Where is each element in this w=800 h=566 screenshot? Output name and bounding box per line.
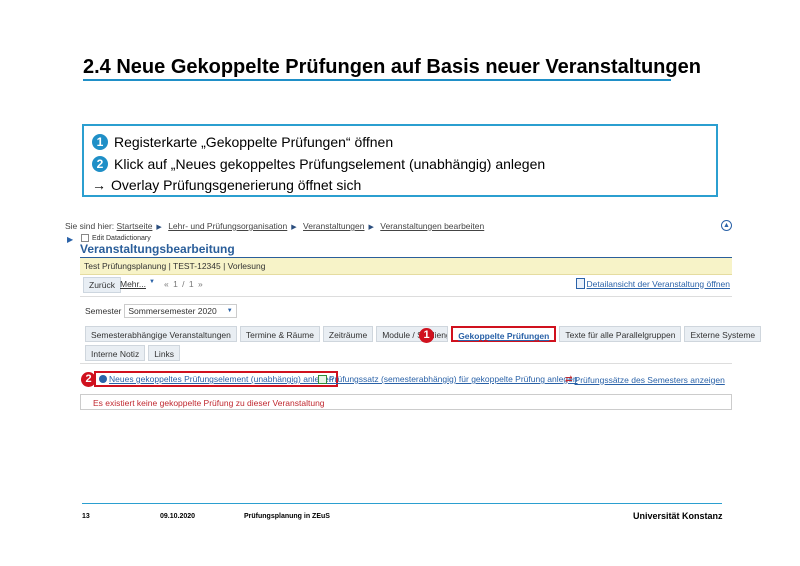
action-label[interactable]: Prüfungssatz (semesterabhängig) für geko…: [329, 374, 578, 384]
calendar-icon: [318, 374, 327, 384]
step-number: 2: [92, 156, 108, 172]
tab-bar-row2: Interne Notiz Links: [85, 345, 183, 361]
step-3: → Overlay Prüfungsgenerierung öffnet sic…: [92, 177, 361, 193]
semester-selector: Semester Sommersemester 2020 ▼: [85, 304, 237, 318]
breadcrumb-item[interactable]: Startseite: [117, 221, 153, 231]
edit-datadictionary-label: Edit Datadictionary: [92, 234, 151, 242]
semester-value: Sommersemester 2020: [128, 306, 217, 316]
tab-interne-notiz[interactable]: Interne Notiz: [85, 345, 146, 361]
divider: [80, 296, 732, 297]
pager[interactable]: « 1 / 1 »: [164, 279, 204, 289]
tab-termine-raeume[interactable]: Termine & Räume: [239, 326, 320, 342]
footer-page-number: 13: [82, 513, 90, 520]
create-exam-set-button[interactable]: Prüfungssatz (semesterabhängig) für geko…: [318, 374, 578, 384]
step-number: 1: [92, 134, 108, 150]
action-label[interactable]: Prüfungssätze des Semesters anzeigen: [575, 375, 725, 385]
page-header: Veranstaltungsbearbeitung: [80, 242, 235, 256]
tab-module-studiengaenge[interactable]: Module / Studiengän: [376, 326, 449, 342]
tab-semesterabhaengige-veranstaltungen[interactable]: Semesterabhängige Veranstaltungen: [85, 326, 237, 342]
tab-zeitraeume[interactable]: Zeiträume: [322, 326, 374, 342]
breadcrumb-item[interactable]: Lehr- und Prüfungsorganisation: [168, 221, 287, 231]
tab-externe-systeme[interactable]: Externe Systeme: [684, 326, 762, 342]
add-icon: [99, 375, 107, 383]
message-bar: Es existiert keine gekoppelte Prüfung zu…: [80, 394, 732, 410]
tab-gekoppelte-pruefungen[interactable]: Gekoppelte Prüfungen: [451, 326, 557, 342]
breadcrumb-prefix: Sie sind hier:: [65, 221, 115, 231]
footer-date: 09.10.2020: [160, 513, 196, 520]
back-button[interactable]: Zurück: [83, 277, 121, 293]
step-2: 2 Klick auf „Neues gekoppeltes Prüfungse…: [92, 156, 545, 172]
chevron-right-icon: ▶: [368, 224, 374, 231]
app-screenshot: Sie sind hier: Startseite ▶ Lehr- und Prü…: [65, 218, 762, 416]
chevron-right-icon: ▶: [291, 224, 297, 231]
step-text: Registerkarte „Gekoppelte Prüfungen“ öff…: [114, 134, 394, 150]
expand-icon[interactable]: ▶: [67, 235, 73, 244]
footer-divider: [82, 503, 722, 504]
tab-texte-parallelgruppen[interactable]: Texte für alle Parallelgruppen: [559, 326, 682, 342]
step-marker-2: 2: [81, 372, 96, 387]
new-coupled-exam-element-button[interactable]: Neues gekoppeltes Prüfungselement (unabh…: [94, 371, 339, 387]
edit-datadictionary[interactable]: Edit Datadictionary: [81, 234, 151, 242]
message-text: Es existiert keine gekoppelte Prüfung zu…: [93, 398, 325, 408]
breadcrumb: Sie sind hier: Startseite ▶ Lehr- und Prü…: [65, 221, 484, 231]
up-arrow-icon[interactable]: ▲: [721, 220, 732, 231]
step-text: Klick auf „Neues gekoppeltes Prüfungsele…: [114, 156, 546, 172]
more-menu[interactable]: Mehr...: [120, 279, 146, 289]
footer-university: Universität Konstanz: [633, 511, 723, 521]
action-label[interactable]: Neues gekoppeltes Prüfungselement (unabh…: [109, 374, 333, 384]
show-exam-sets-button[interactable]: ⇄ Prüfungssätze des Semesters anzeigen: [565, 374, 725, 385]
step-marker-1: 1: [419, 328, 434, 343]
breadcrumb-item[interactable]: Veranstaltungen bearbeiten: [380, 221, 484, 231]
chevron-right-icon: ▶: [156, 224, 162, 231]
tab-links[interactable]: Links: [148, 345, 181, 361]
title-underline: [83, 79, 671, 81]
detail-link[interactable]: Detailansicht der Veranstaltung öffnen: [575, 278, 731, 289]
action-bar: Neues gekoppeltes Prüfungselement (unabh…: [80, 370, 732, 388]
info-bar: Test Prüfungsplanung | TEST-12345 | Vorl…: [80, 258, 732, 275]
slide-title: 2.4 Neue Gekoppelte Prüfungen auf Basis …: [83, 56, 701, 78]
chevron-down-icon: ▼: [226, 308, 233, 314]
instruction-box: 1 Registerkarte „Gekoppelte Prüfungen“ ö…: [82, 124, 718, 197]
footer-title: Prüfungsplanung in ZEuS: [244, 513, 330, 520]
divider: [80, 363, 732, 364]
swap-arrows-icon: ⇄: [565, 374, 573, 384]
semester-select[interactable]: Sommersemester 2020 ▼: [124, 304, 237, 318]
semester-label: Semester: [85, 306, 122, 316]
step-text: Overlay Prüfungsgenerierung öffnet sich: [111, 177, 362, 193]
right-arrow-icon: →: [92, 177, 106, 193]
step-1: 1 Registerkarte „Gekoppelte Prüfungen“ ö…: [92, 134, 393, 150]
document-icon: [575, 278, 585, 289]
breadcrumb-item[interactable]: Veranstaltungen: [303, 221, 364, 231]
chevron-down-icon[interactable]: ▼: [149, 279, 155, 285]
detail-link-text[interactable]: Detailansicht der Veranstaltung öffnen: [587, 279, 731, 289]
info-text: Test Prüfungsplanung | TEST-12345 | Vorl…: [84, 261, 266, 271]
checkbox[interactable]: [81, 234, 89, 242]
